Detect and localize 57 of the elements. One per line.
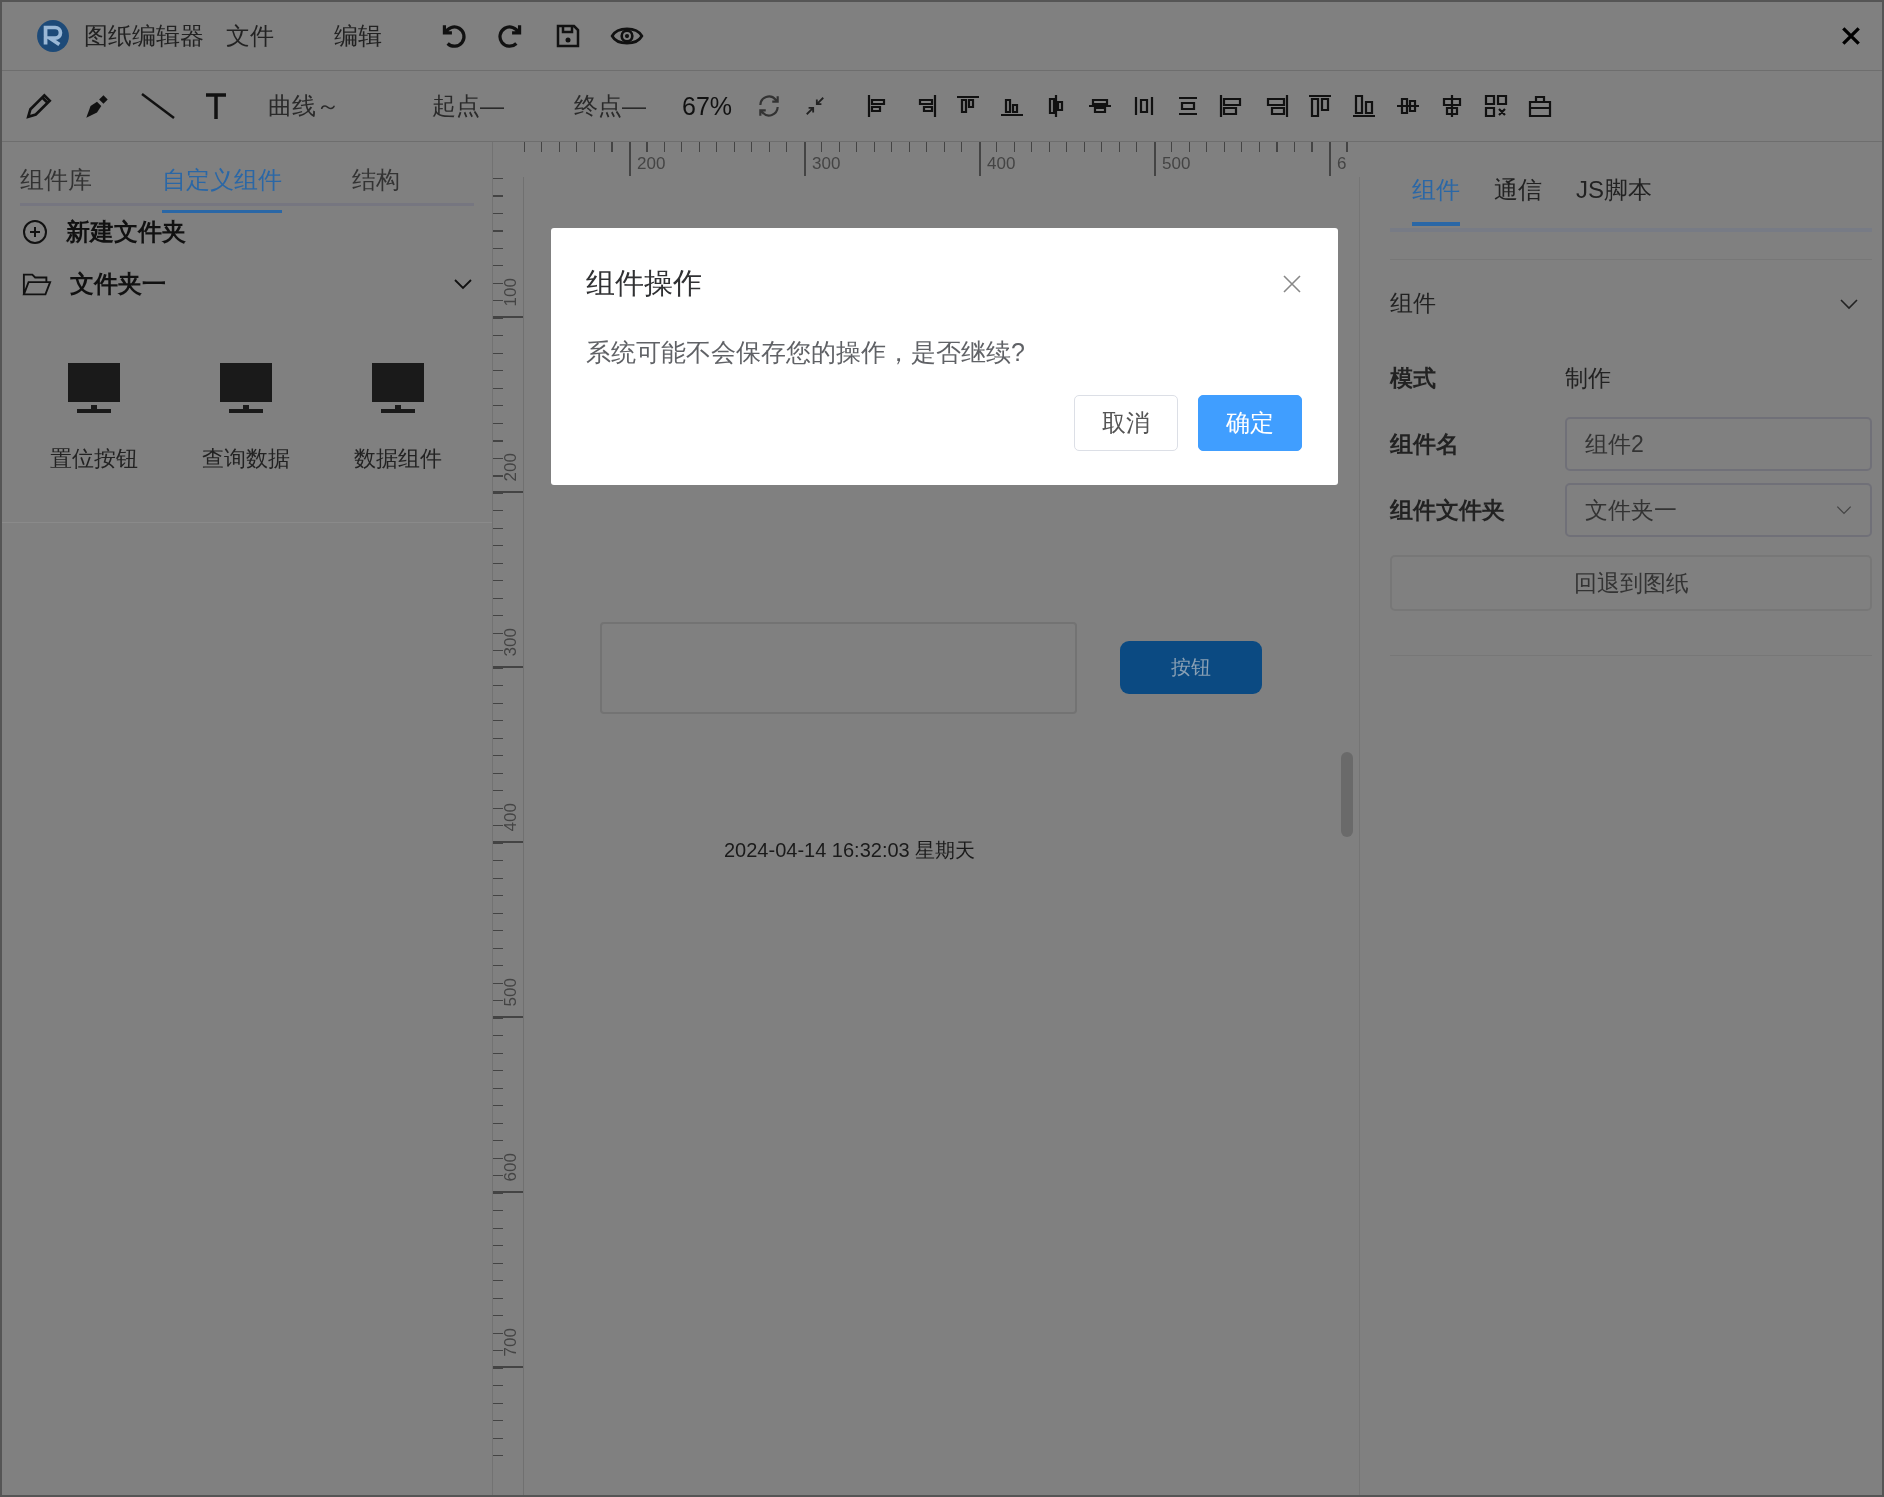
back-to-drawing-button[interactable]: 回退到图纸	[1390, 555, 1872, 611]
folder-select[interactable]: 文件夹一	[1565, 483, 1872, 537]
app-title: 图纸编辑器	[84, 21, 204, 51]
line-icon[interactable]	[140, 91, 176, 121]
ruler-label: 200	[629, 142, 804, 176]
monitor-icon[interactable]	[67, 362, 121, 416]
ruler-label: 400	[979, 142, 1154, 176]
text-icon[interactable]	[204, 92, 228, 120]
zoom-level: 67%	[682, 91, 733, 121]
ruler-label: 300	[501, 627, 521, 656]
collapse-icon[interactable]	[804, 95, 827, 117]
ruler-label: 600	[501, 1152, 521, 1181]
curve-dropdown[interactable]: 曲线～	[268, 90, 340, 122]
close-icon[interactable]	[1282, 274, 1302, 294]
monitor-icon[interactable]	[219, 362, 273, 416]
menu-item[interactable]: 文件	[226, 20, 274, 52]
new-folder-button[interactable]: 新建文件夹	[66, 216, 186, 248]
pencil-icon[interactable]	[24, 91, 54, 121]
dialog-message: 系统可能不会保存您的操作，是否继续?	[586, 337, 1026, 368]
panel-tab[interactable]: 结构	[352, 146, 400, 210]
start-point-dropdown[interactable]: 起点—	[432, 90, 504, 122]
panel-tab[interactable]: 组件库	[20, 146, 92, 210]
section-title[interactable]: 组件	[1390, 288, 1436, 319]
component-label: 置位按钮	[50, 445, 138, 473]
confirm-button[interactable]: 确定	[1198, 395, 1302, 451]
canvas-button[interactable]: 按钮	[1120, 641, 1262, 694]
cancel-button[interactable]: 取消	[1074, 395, 1178, 451]
component-label: 查询数据	[202, 445, 290, 473]
chevron-icon[interactable]	[454, 278, 472, 290]
folder-icon	[22, 271, 52, 297]
end-point-dropdown[interactable]: 终点—	[574, 90, 646, 122]
monitor-icon[interactable]	[371, 362, 425, 416]
save-icon[interactable]	[554, 22, 582, 50]
mode-value: 制作	[1565, 363, 1611, 393]
plus-circle-icon[interactable]	[22, 219, 48, 245]
ruler-label: 500	[1154, 142, 1329, 176]
ruler-label: 200	[501, 452, 521, 481]
chevron-icon[interactable]	[1840, 297, 1858, 310]
ruler-label: 6	[1329, 142, 1353, 176]
dialog-title: 组件操作	[586, 266, 702, 301]
panel-tab[interactable]: JS脚本	[1576, 174, 1652, 222]
datetime-text: 2024-04-14 16:32:03 星期天	[724, 838, 976, 863]
field-label: 组件名	[1390, 429, 1460, 459]
ruler-label: 300	[804, 142, 979, 176]
close-icon[interactable]	[1840, 25, 1862, 47]
ruler-label: 100	[501, 277, 521, 306]
field-label: 模式	[1390, 363, 1437, 393]
logo-icon	[36, 19, 70, 53]
field-label: 组件文件夹	[1390, 495, 1506, 525]
ruler-label: 700	[501, 1327, 521, 1356]
ruler-label: 400	[501, 802, 521, 831]
folder-name[interactable]: 文件夹一	[70, 268, 436, 300]
component-label: 数据组件	[354, 445, 442, 473]
ruler-label: 500	[501, 977, 521, 1006]
panel-tab[interactable]: 通信	[1494, 174, 1542, 222]
menu-item[interactable]: 编辑	[334, 20, 382, 52]
name-input-field[interactable]: 组件2	[1565, 417, 1872, 471]
